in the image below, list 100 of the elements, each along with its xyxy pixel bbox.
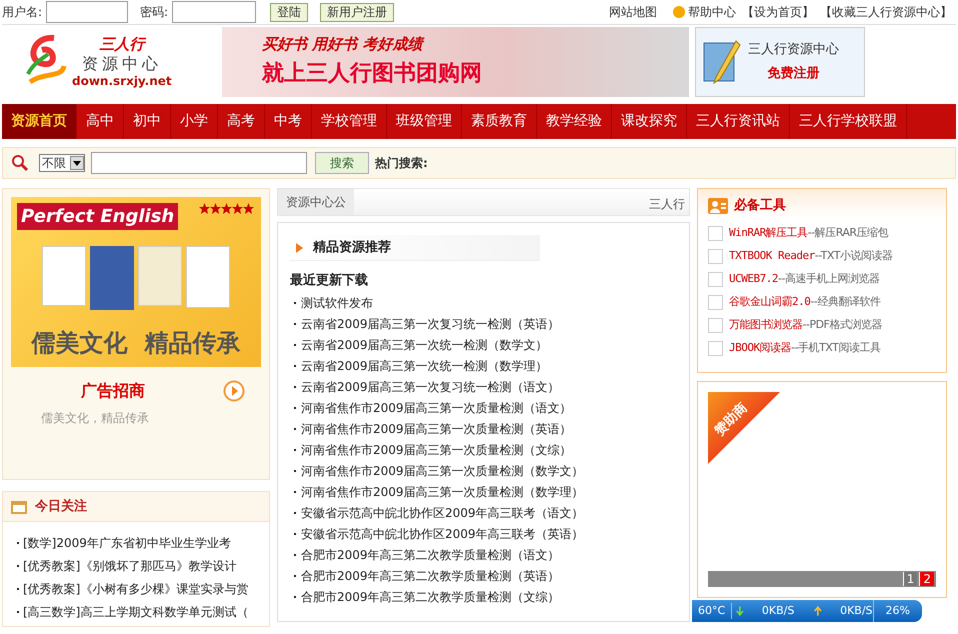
hot-search-label: 热门搜索:: [375, 155, 428, 172]
list-title: 最近更新下载: [290, 272, 369, 290]
nav-tab[interactable]: 资源首页: [2, 104, 77, 139]
download-item[interactable]: 河南省焦作市2009届高三第一次质量检测（英语）: [301, 418, 572, 440]
password-label: 密码:: [140, 4, 168, 21]
search-button[interactable]: 搜索: [315, 152, 369, 174]
banner-slogan: 买好书 用好书 考好成绩: [262, 34, 426, 55]
checkbox[interactable]: [708, 226, 723, 241]
checkbox[interactable]: [708, 341, 723, 356]
download-item[interactable]: 河南省焦作市2009届高三第一次质量检测（数学文）: [301, 460, 584, 482]
today-item[interactable]: [优秀教案]《小树有多少棵》课堂实录与赏: [23, 580, 248, 598]
download-item[interactable]: 河南省焦作市2009届高三第一次质量检测（语文）: [301, 398, 572, 418]
tool-link[interactable]: TXTBOOK Reader: [729, 248, 815, 265]
tool-description: --手机TXT阅读工具: [791, 340, 880, 356]
download-item[interactable]: 测试软件发布: [301, 292, 373, 314]
nav-tab[interactable]: 小学: [171, 104, 218, 139]
nav-tab[interactable]: 教学经验: [537, 104, 612, 139]
top-link[interactable]: 【设为首页】: [742, 3, 814, 21]
notice-tab[interactable]: 资源中心公: [278, 189, 354, 215]
ad-slogan: 儒美文化 精品传承: [30, 328, 242, 359]
user-card-icon: [708, 198, 728, 214]
temperature-reading: 60°C: [692, 602, 732, 620]
tool-link[interactable]: WinRAR解压工具: [729, 225, 808, 242]
triangle-arrow-icon: [296, 242, 303, 252]
banner-headline: 就上三人行图书团购网: [262, 60, 483, 88]
nav-tab[interactable]: 学校管理: [312, 104, 387, 139]
today-item[interactable]: [优秀教案]《别饿坏了那匹马》教学设计: [23, 557, 236, 575]
download-item[interactable]: 安徽省示范高中皖北协作区2009年高三联考（英语）: [301, 524, 584, 544]
ad-title[interactable]: 广告招商: [81, 379, 145, 403]
upload-speed: 0KB/S: [840, 602, 873, 619]
search-field[interactable]: [91, 152, 307, 174]
tool-link[interactable]: 谷歌金山词霸2.0: [729, 294, 810, 311]
nav-tab[interactable]: 高考: [218, 104, 265, 139]
tool-link[interactable]: 万能图书浏览器: [729, 317, 802, 334]
magazine-cover: [42, 246, 86, 306]
download-item[interactable]: 合肥市2009年高三第二次教学质量检测（英语）: [301, 566, 560, 586]
download-item[interactable]: 河南省焦作市2009届高三第一次质量检测（文综）: [301, 440, 572, 460]
checkbox[interactable]: [708, 295, 723, 310]
site-logo[interactable]: 三人行 资源中心 down.srxjy.net: [2, 26, 202, 96]
register-banner-title: 三人行资源中心: [748, 41, 839, 59]
magazine-cover: [90, 246, 134, 310]
notice-ticker: 三人行: [649, 196, 686, 213]
tool-description: --解压RAR压缩包: [808, 225, 888, 242]
upload-arrow-icon: [814, 605, 822, 617]
download-item[interactable]: 合肥市2009年高三第二次教学质量检测（语文）: [301, 544, 560, 566]
nav-tab[interactable]: 课改探究: [612, 104, 687, 139]
nav-tab[interactable]: 三人行学校联盟: [790, 104, 907, 139]
download-item[interactable]: 云南省2009届高三第一次统一检测（数学文）: [301, 334, 548, 356]
top-link[interactable]: 【收藏三人行资源中心】: [820, 3, 952, 21]
today-item[interactable]: [高三数学]高三上学期文科数学单元测试（: [23, 603, 248, 621]
register-banner-action: 免费注册: [768, 64, 820, 82]
download-item[interactable]: 安徽省示范高中皖北协作区2009年高三联考（语文）: [301, 502, 584, 524]
logo-url: down.srxjy.net: [72, 74, 172, 86]
top-link[interactable]: 网站地图: [609, 3, 657, 21]
tool-description: --TXT小说阅读器: [814, 248, 892, 264]
nav-tab[interactable]: 初中: [124, 104, 171, 139]
bookstore-banner[interactable]: 买好书 用好书 考好成绩 就上三人行图书团购网: [222, 26, 689, 96]
username-field[interactable]: [46, 1, 128, 23]
download-item[interactable]: 云南省2009届高三第一次复习统一检测（英语）: [301, 314, 560, 334]
magazine-cover: [186, 246, 230, 308]
calendar-icon: [11, 500, 27, 514]
username-label: 用户名:: [2, 4, 42, 21]
nav-tab[interactable]: 素质教育: [462, 104, 537, 139]
download-arrow-icon: [736, 605, 744, 617]
download-item[interactable]: 合肥市2009年高三第二次教学质量检测（文综）: [301, 586, 560, 608]
logo-subtitle: 资源中心: [82, 56, 162, 72]
tool-description: --高速手机上网浏览器: [778, 271, 880, 288]
magazine-cover: [138, 246, 182, 306]
login-button[interactable]: 登陆: [270, 2, 308, 22]
tool-link[interactable]: JBOOK阅读器: [729, 340, 792, 357]
nav-tab[interactable]: 三人行资讯站: [687, 104, 790, 139]
download-item[interactable]: 河南省焦作市2009届高三第一次质量检测（数学理）: [301, 482, 584, 502]
magazine-ad-image[interactable]: Perfect English 儒美文化 精品传承: [11, 197, 261, 367]
checkbox[interactable]: [708, 272, 723, 287]
password-field[interactable]: [172, 1, 256, 23]
page-number[interactable]: 2: [919, 572, 934, 586]
nav-tab[interactable]: 高中: [77, 104, 124, 139]
usage-reading: 26%: [872, 600, 922, 622]
nav-tab[interactable]: 中考: [265, 104, 312, 139]
register-button[interactable]: 新用户注册: [320, 2, 394, 22]
stars-icon: [199, 203, 255, 214]
download-item[interactable]: 云南省2009届高三第一次统一检测（数学理）: [301, 356, 548, 376]
tool-description: --PDF格式浏览器: [802, 317, 882, 334]
download-item[interactable]: 云南省2009届高三第一次复习统一检测（语文）: [301, 376, 560, 398]
scope-select[interactable]: 不限: [39, 154, 85, 172]
nav-tab[interactable]: 班级管理: [387, 104, 462, 139]
checkbox[interactable]: [708, 249, 723, 264]
search-icon: [11, 154, 29, 172]
logo-title: 三人行: [99, 36, 144, 52]
play-icon[interactable]: [223, 380, 245, 402]
download-speed: 0KB/S: [762, 602, 794, 619]
tool-description: --经典翻译软件: [810, 294, 880, 310]
checkbox[interactable]: [708, 318, 723, 333]
top-link[interactable]: 帮助中心: [688, 3, 736, 21]
today-item[interactable]: [数学]2009年广东省初中毕业生学业考: [23, 534, 231, 552]
sponsor-badge: 赞助商: [708, 392, 780, 464]
today-title: 今日关注: [35, 498, 87, 516]
page-number[interactable]: 1: [902, 572, 918, 586]
tool-link[interactable]: UCWEB7.2: [729, 271, 778, 288]
register-banner[interactable]: 三人行资源中心 免费注册: [695, 26, 865, 96]
